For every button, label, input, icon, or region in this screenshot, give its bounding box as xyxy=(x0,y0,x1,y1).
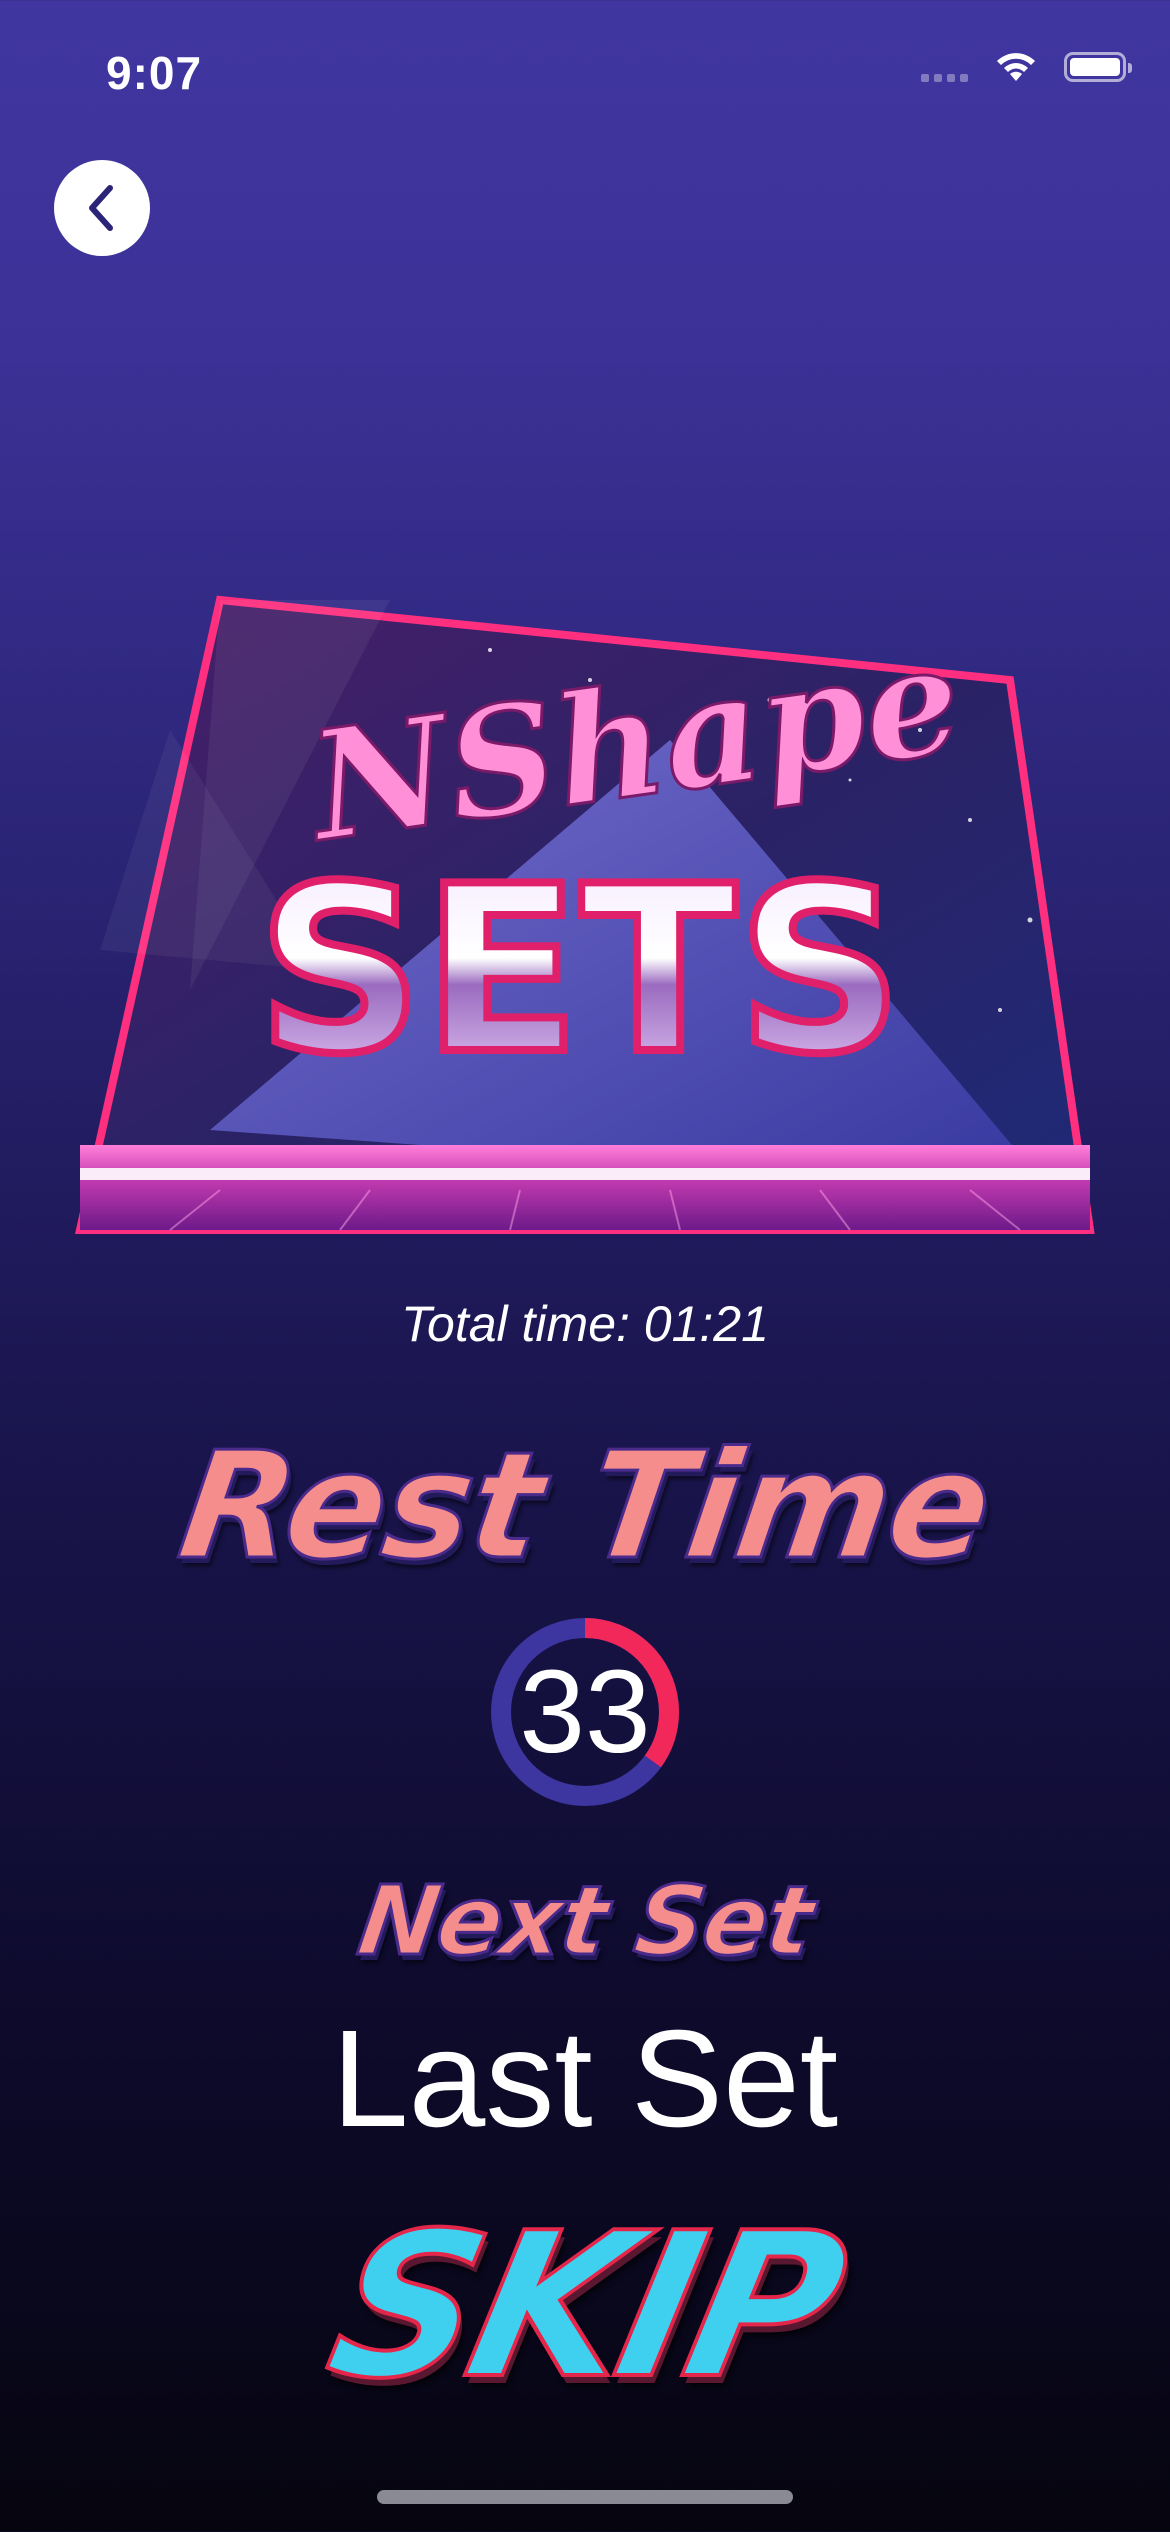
timer-seconds: 33 xyxy=(519,1646,651,1778)
next-set-title: Next Set xyxy=(350,1864,820,1979)
rest-time-title: Rest Time xyxy=(169,1419,1002,1594)
next-set-value: Last Set xyxy=(331,2002,839,2156)
home-indicator xyxy=(377,2490,793,2504)
rest-countdown: 33 xyxy=(488,1615,682,1809)
battery-icon xyxy=(1064,52,1132,82)
wifi-icon xyxy=(997,53,1035,81)
nshape-sets-banner: NShape SETS xyxy=(75,595,1095,1234)
status-time: 9:07 xyxy=(106,47,203,99)
skip-button[interactable]: SKIP xyxy=(0,2188,1170,2425)
banner-main-text: SETS xyxy=(257,838,902,1105)
chevron-left-icon xyxy=(89,185,113,231)
back-button[interactable] xyxy=(54,160,150,256)
cellular-signal-icon xyxy=(921,52,968,82)
total-time: Total time: 01:21 xyxy=(401,1296,769,1352)
status-icons xyxy=(921,50,1132,84)
